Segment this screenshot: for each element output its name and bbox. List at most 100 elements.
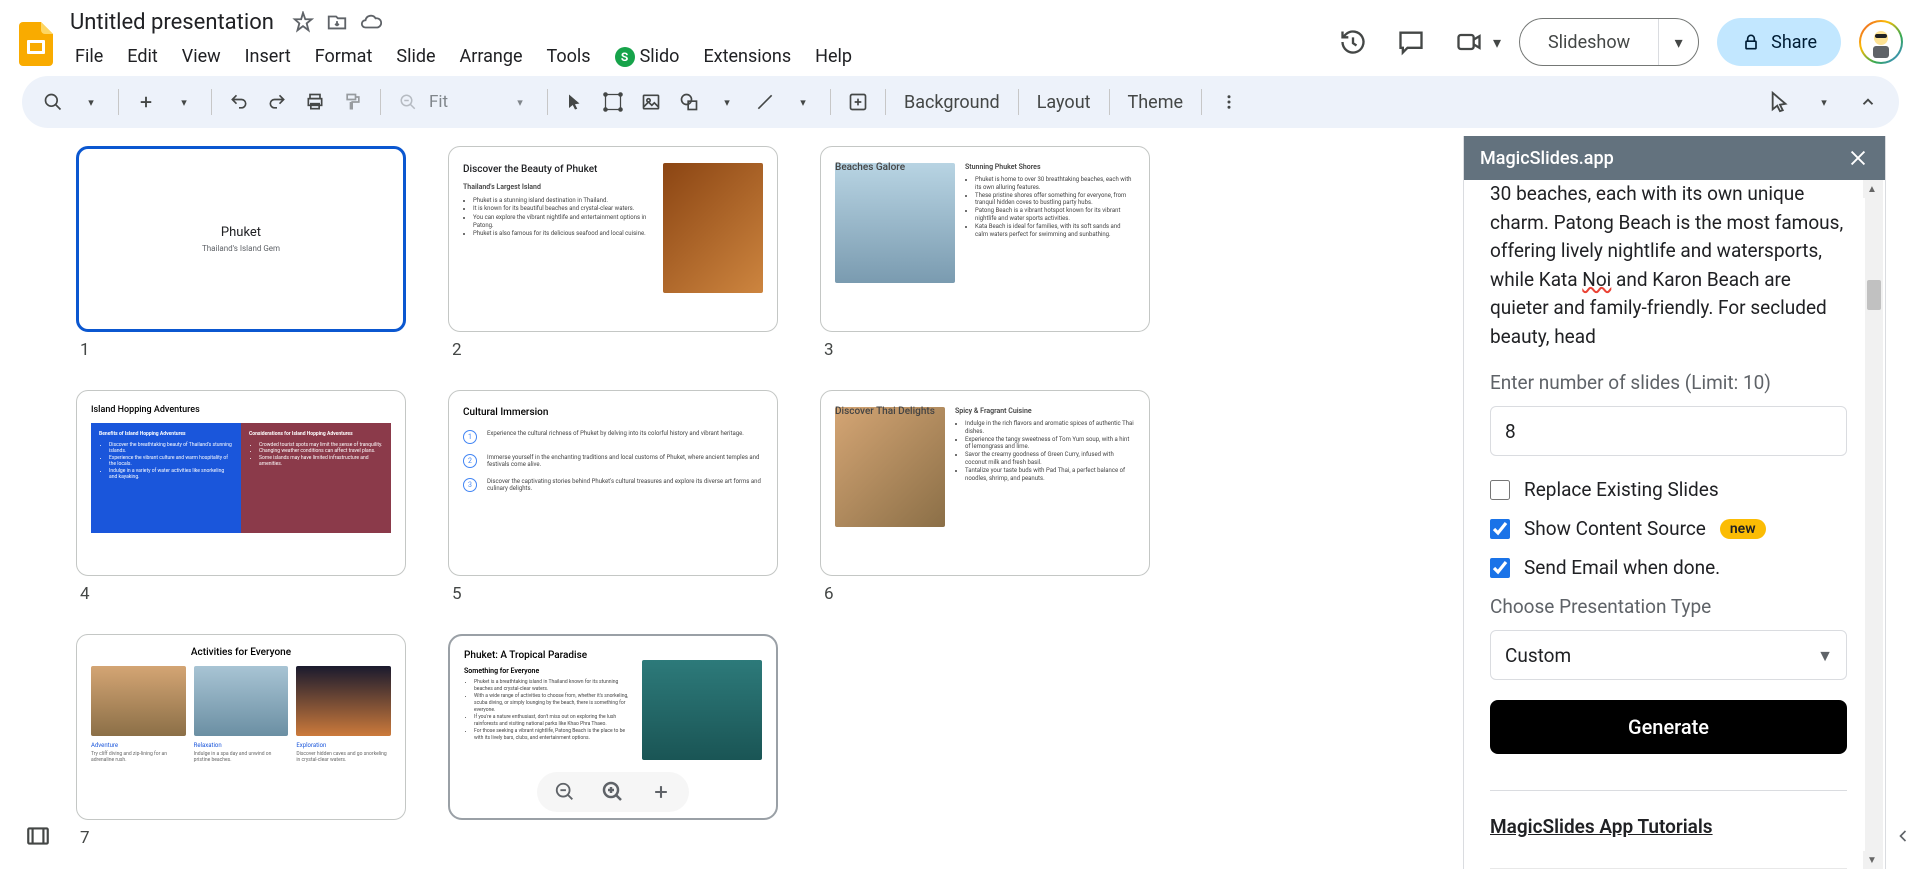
- send-email-checkbox[interactable]: [1490, 558, 1510, 578]
- slide-number: 7: [76, 828, 406, 848]
- menu-view[interactable]: View: [171, 40, 232, 73]
- video-caret-icon[interactable]: ▾: [1493, 33, 1501, 52]
- new-slide-caret[interactable]: ▾: [167, 85, 201, 119]
- redo-icon[interactable]: [260, 85, 294, 119]
- video-icon[interactable]: [1449, 22, 1489, 62]
- shape-icon[interactable]: [672, 85, 706, 119]
- search-caret[interactable]: ▾: [74, 85, 108, 119]
- scrollbar-track[interactable]: ▲ ▼: [1865, 180, 1883, 869]
- show-source-label: Show Content Source: [1524, 517, 1706, 540]
- history-icon[interactable]: [1333, 22, 1373, 62]
- zoom-caret[interactable]: ▾: [503, 85, 537, 119]
- select-tool-icon[interactable]: [558, 85, 592, 119]
- menu-edit[interactable]: Edit: [116, 40, 168, 73]
- move-icon[interactable]: [326, 11, 348, 33]
- slide-thumbnail-4[interactable]: Island Hopping Adventures Benefits of Is…: [76, 390, 406, 576]
- undo-icon[interactable]: [222, 85, 256, 119]
- comment-add-icon[interactable]: [841, 85, 875, 119]
- paint-format-icon[interactable]: [336, 85, 370, 119]
- slides-count-label: Enter number of slides (Limit: 10): [1490, 371, 1847, 394]
- send-email-label: Send Email when done.: [1524, 556, 1720, 579]
- scroll-up-icon[interactable]: ▲: [1863, 180, 1881, 198]
- divider: [1490, 790, 1847, 791]
- menu-help[interactable]: Help: [804, 40, 863, 73]
- slides-count-input[interactable]: [1490, 406, 1847, 456]
- zoom-in-icon[interactable]: [647, 778, 675, 806]
- slide-thumbnail-6[interactable]: Discover Thai DelightsSpicy & Fragrant C…: [820, 390, 1150, 576]
- search-icon[interactable]: [36, 85, 70, 119]
- slide-image: [835, 407, 945, 527]
- menu-slide[interactable]: Slide: [385, 40, 446, 73]
- menu-tools[interactable]: Tools: [536, 40, 602, 73]
- slide-thumbnail-2[interactable]: Discover the Beauty of PhuketThailand's …: [448, 146, 778, 332]
- presentation-type-label: Choose Presentation Type: [1490, 595, 1847, 618]
- slide-number: 3: [820, 340, 1150, 360]
- shape-caret[interactable]: ▾: [710, 85, 744, 119]
- replace-slides-checkbox[interactable]: [1490, 480, 1510, 500]
- slide-number: 5: [448, 584, 778, 604]
- print-icon[interactable]: [298, 85, 332, 119]
- comments-icon[interactable]: [1391, 22, 1431, 62]
- zoom-out-icon[interactable]: [551, 778, 579, 806]
- replace-slides-label: Replace Existing Slides: [1524, 478, 1719, 501]
- scroll-down-icon[interactable]: ▼: [1863, 851, 1881, 869]
- generate-button[interactable]: Generate: [1490, 700, 1847, 754]
- scrollbar-thumb[interactable]: [1867, 280, 1881, 310]
- share-button[interactable]: Share: [1717, 18, 1841, 66]
- close-icon[interactable]: [1847, 147, 1869, 169]
- sidepanel-title: MagicSlides.app: [1480, 148, 1614, 169]
- cloud-icon[interactable]: [360, 11, 382, 33]
- cursor-caret[interactable]: ▾: [1807, 85, 1841, 119]
- filmstrip-icon[interactable]: [25, 823, 51, 849]
- slido-icon: S: [615, 47, 635, 67]
- cursor-share-icon[interactable]: [1763, 85, 1797, 119]
- slide-number: 6: [820, 584, 1150, 604]
- zoom-reset-icon[interactable]: [599, 778, 627, 806]
- presentation-type-select[interactable]: Custom: [1490, 630, 1847, 680]
- background-button[interactable]: Background: [896, 92, 1008, 113]
- slides-logo[interactable]: [16, 24, 56, 64]
- account-avatar[interactable]: [1859, 20, 1903, 64]
- more-icon[interactable]: [1212, 85, 1246, 119]
- doc-title[interactable]: Untitled presentation: [64, 8, 280, 37]
- menu-file[interactable]: File: [64, 40, 114, 73]
- menu-arrange[interactable]: Arrange: [449, 40, 534, 73]
- slide-image: [835, 163, 955, 283]
- show-source-checkbox[interactable]: [1490, 519, 1510, 539]
- line-caret[interactable]: ▾: [786, 85, 820, 119]
- star-icon[interactable]: [292, 11, 314, 33]
- menu-slido[interactable]: SSlido: [604, 40, 691, 73]
- slide-thumbnail-8[interactable]: Phuket: A Tropical ParadiseSomething for…: [448, 634, 778, 820]
- slide-image: [642, 660, 762, 760]
- context-paragraph: 30 beaches, each with its own unique cha…: [1490, 180, 1847, 351]
- image-icon[interactable]: [634, 85, 668, 119]
- zoom-level[interactable]: Fit: [429, 92, 499, 112]
- toolbar: ▾ ▾ Fit ▾ ▾ ▾ Background Layout Theme: [22, 76, 1899, 128]
- menu-bar: File Edit View Insert Format Slide Arran…: [64, 40, 863, 73]
- slide-thumbnail-7[interactable]: Activities for Everyone AdventureRelaxat…: [76, 634, 406, 820]
- theme-button[interactable]: Theme: [1120, 92, 1192, 113]
- zoom-controls: [537, 772, 689, 812]
- expand-rail-icon[interactable]: [1890, 823, 1916, 849]
- collapse-icon[interactable]: [1851, 85, 1885, 119]
- slide-number: 4: [76, 584, 406, 604]
- slideshow-button[interactable]: Slideshow: [1520, 19, 1658, 65]
- text-box-icon[interactable]: [596, 85, 630, 119]
- tutorials-link[interactable]: MagicSlides App Tutorials: [1490, 815, 1713, 838]
- slideshow-caret[interactable]: ▾: [1658, 19, 1698, 65]
- lock-icon: [1741, 32, 1761, 52]
- new-badge: new: [1720, 519, 1766, 539]
- addon-sidepanel: MagicSlides.app ▲ ▼ 30 beaches, each wit…: [1463, 136, 1885, 869]
- slide-thumbnail-1[interactable]: PhuketThailand's Island Gem: [76, 146, 406, 332]
- menu-insert[interactable]: Insert: [234, 40, 302, 73]
- slide-thumbnail-3[interactable]: Beaches GaloreStunning Phuket Shores Phu…: [820, 146, 1150, 332]
- slide-thumbnail-5[interactable]: Cultural Immersion 1Experience the cultu…: [448, 390, 778, 576]
- slide-image: [663, 163, 763, 293]
- new-slide-icon[interactable]: [129, 85, 163, 119]
- line-icon[interactable]: [748, 85, 782, 119]
- menu-format[interactable]: Format: [304, 40, 384, 73]
- layout-button[interactable]: Layout: [1029, 92, 1099, 113]
- menu-extensions[interactable]: Extensions: [692, 40, 802, 73]
- slide-number: 2: [448, 340, 778, 360]
- zoom-icon[interactable]: [391, 85, 425, 119]
